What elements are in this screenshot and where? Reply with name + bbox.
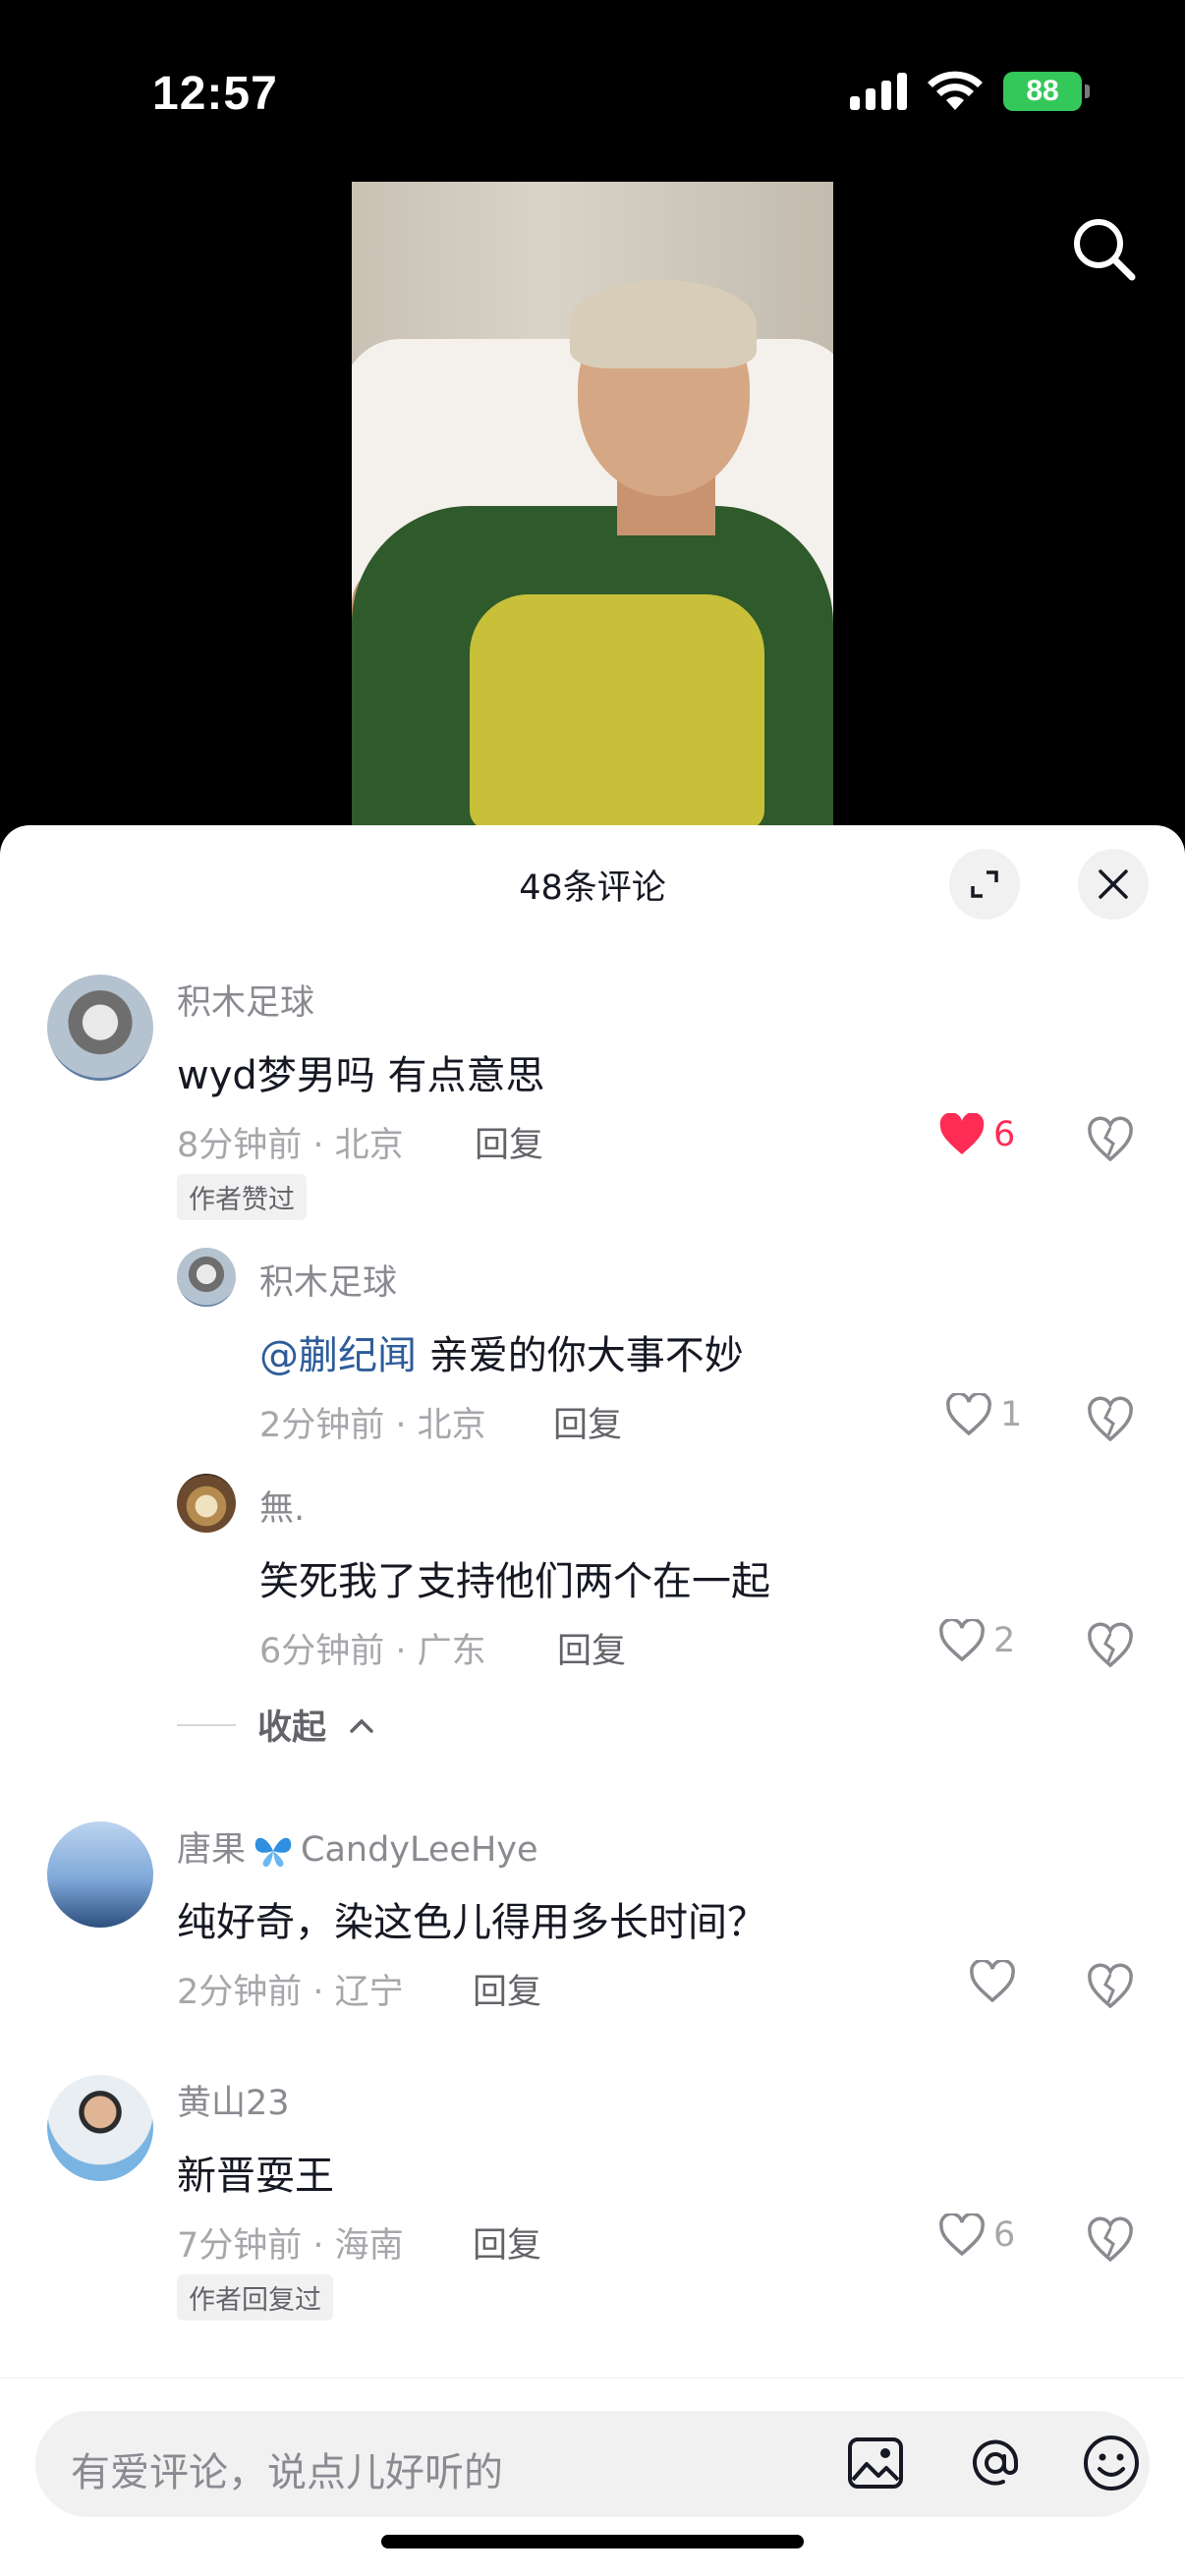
author-replied-badge: 作者回复过 (177, 2274, 333, 2321)
battery-indicator: 88 (1003, 72, 1090, 111)
author-liked-badge: 作者赞过 (177, 1174, 307, 1220)
like-count: 6 (993, 1115, 1016, 1154)
like-button[interactable]: 6 (938, 1113, 1015, 1156)
collapse-replies-button[interactable]: 收起 (177, 1700, 375, 1750)
search-icon[interactable] (1069, 214, 1138, 283)
mention-link[interactable]: @蒯纪闻 (259, 1333, 417, 1378)
at-icon (973, 2439, 1019, 2486)
comment-text[interactable]: wyd梦男吗 有点意思 (177, 1043, 545, 1100)
comment-time-location: 8分钟前 · 北京 (177, 1126, 404, 1165)
avatar[interactable] (47, 1821, 153, 1928)
signal-icon (850, 73, 907, 110)
reply-button[interactable]: 回复 (475, 1117, 543, 1167)
expand-button[interactable] (949, 849, 1020, 920)
comment-input-placeholder: 有爱评论，说点儿好听的 (71, 2450, 503, 2495)
comment-time-location: 2分钟前 · 北京 (259, 1406, 486, 1445)
dislike-icon[interactable] (1087, 1396, 1134, 1443)
chevron-up-icon (350, 1718, 373, 1733)
like-count: 1 (1000, 1395, 1023, 1434)
comment-input[interactable]: 有爱评论，说点儿好听的 (35, 2411, 1150, 2517)
comment-author[interactable]: 积木足球 (259, 1255, 397, 1305)
avatar[interactable] (177, 1474, 236, 1533)
mention-button[interactable] (961, 2429, 1030, 2497)
heart-icon (946, 1393, 991, 1436)
close-icon (1099, 869, 1128, 899)
reply-button[interactable]: 回复 (473, 1964, 541, 2014)
video-thumbnail[interactable] (352, 182, 833, 825)
comment-author[interactable]: 無. (259, 1481, 305, 1531)
image-icon (848, 2437, 903, 2489)
dislike-icon[interactable] (1087, 2216, 1134, 2264)
comment-text[interactable]: @蒯纪闻 亲爱的你大事不妙 (259, 1323, 744, 1380)
like-count: 6 (993, 2215, 1016, 2255)
emoji-button[interactable] (1077, 2429, 1146, 2497)
dislike-icon[interactable] (1087, 1963, 1134, 2010)
avatar[interactable] (47, 975, 153, 1081)
status-time: 12:57 (152, 68, 278, 120)
comment-author[interactable]: 唐果 CandyLeeHye (177, 1821, 538, 1872)
emoji-icon (1084, 2436, 1139, 2491)
comment-time-location: 6分钟前 · 广东 (259, 1632, 486, 1671)
comment-time-location: 2分钟前 · 辽宁 (177, 1973, 404, 2012)
comment-author[interactable]: 黄山23 (177, 2075, 290, 2125)
avatar[interactable] (47, 2075, 153, 2181)
heart-icon (939, 1619, 985, 1662)
wifi-icon (928, 71, 983, 110)
comment-text[interactable]: 新晋耍王 (177, 2144, 334, 2201)
butterfly-icon (254, 1837, 292, 1868)
like-button[interactable]: 6 (938, 2213, 1015, 2257)
collapse-label: 收起 (257, 1708, 327, 1748)
heart-icon (970, 1960, 1015, 2003)
reply-button[interactable]: 回复 (557, 1623, 626, 1673)
image-button[interactable] (841, 2429, 910, 2497)
close-button[interactable] (1078, 849, 1149, 920)
comment-author[interactable]: 积木足球 (177, 975, 314, 1025)
expand-icon (971, 870, 998, 898)
like-count: 2 (993, 1621, 1016, 1660)
comment-time-location: 7分钟前 · 海南 (177, 2226, 404, 2266)
like-button[interactable]: 2 (938, 1619, 1015, 1662)
comment-text[interactable]: 纯好奇，染这色儿得用多长时间？ (177, 1890, 766, 1947)
reply-button[interactable]: 回复 (473, 2217, 541, 2268)
like-button[interactable] (969, 1960, 1016, 2003)
reply-button[interactable]: 回复 (553, 1397, 622, 1447)
heart-icon (939, 2213, 985, 2257)
comment-sheet: 48条评论 积木足球 wyd梦男吗 有点意思 8分钟前 · 北京 回复 6 作者… (0, 825, 1185, 2576)
like-button[interactable]: 1 (945, 1393, 1022, 1436)
home-indicator[interactable] (381, 2535, 804, 2548)
status-icons: 88 (850, 71, 1090, 112)
avatar[interactable] (177, 1248, 236, 1307)
dislike-icon[interactable] (1087, 1622, 1134, 1669)
dislike-icon[interactable] (1087, 1116, 1134, 1163)
comment-text[interactable]: 笑死我了支持他们两个在一起 (259, 1549, 770, 1606)
divider (177, 1723, 236, 1726)
heart-icon (939, 1113, 985, 1154)
